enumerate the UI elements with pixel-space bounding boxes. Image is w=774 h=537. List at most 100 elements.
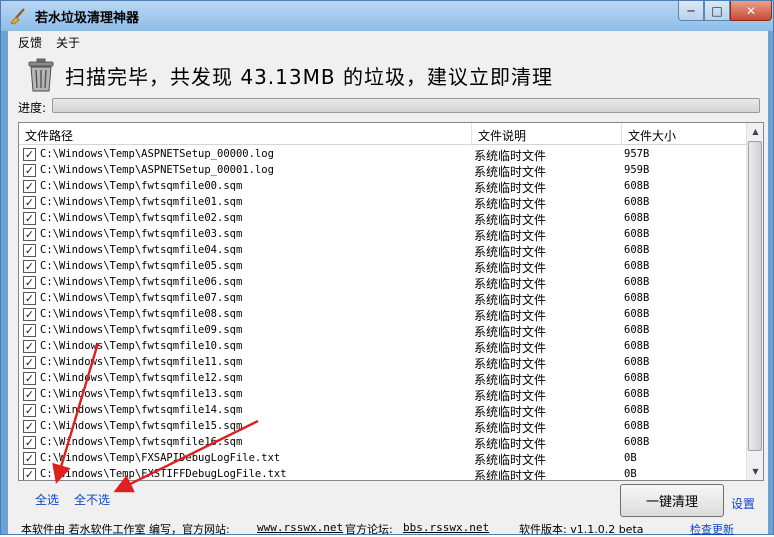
minimize-button[interactable]: ─ [678,1,704,21]
checkbox-icon[interactable]: ✓ [23,372,36,385]
menu-about[interactable]: 关于 [56,34,80,51]
official-site-link[interactable]: www.rsswx.net [257,521,343,534]
checkbox-icon[interactable]: ✓ [23,196,36,209]
file-path: C:\Windows\Temp\FXSAPIDebugLogFile.txt [40,452,281,464]
status-bar: 本软件由 若水软件工作室 编写，官方网站: www.rsswx.net 官方论坛… [8,520,768,536]
checkbox-icon[interactable]: ✓ [23,388,36,401]
list-item[interactable]: ✓ C:\Windows\Temp\fwtsqmfile05.sqm 系统临时文件 6… [19,258,747,275]
checkbox-icon[interactable]: ✓ [23,436,36,449]
list-item[interactable]: ✓ C:\Windows\Temp\FXSTIFFDebugLogFile.txt… [19,466,747,481]
file-path: C:\Windows\Temp\fwtsqmfile16.sqm [40,436,243,448]
checkbox-icon[interactable]: ✓ [23,404,36,417]
file-size: 608B [624,228,650,240]
menu-feedback[interactable]: 反馈 [18,34,42,51]
scroll-down-arrow-icon[interactable]: ▼ [747,463,763,480]
file-path: C:\Windows\Temp\FXSTIFFDebugLogFile.txt [40,468,287,480]
list-item[interactable]: ✓ C:\Windows\Temp\fwtsqmfile06.sqm 系统临时文件 6… [19,274,747,291]
file-path: C:\Windows\Temp\fwtsqmfile02.sqm [40,212,243,224]
file-size: 608B [624,388,650,400]
list-item[interactable]: ✓ C:\Windows\Temp\fwtsqmfile14.sqm 系统临时文件 6… [19,402,747,419]
checkbox-icon[interactable]: ✓ [23,308,36,321]
checkbox-icon[interactable]: ✓ [23,228,36,241]
file-size: 608B [624,276,650,288]
file-size: 0B [624,452,637,464]
file-path: C:\Windows\Temp\ASPNETSetup_00000.log [40,148,274,160]
file-path: C:\Windows\Temp\ASPNETSetup_00001.log [40,164,274,176]
file-size: 608B [624,324,650,336]
forum-link[interactable]: bbs.rsswx.net [403,521,489,534]
list-item[interactable]: ✓ C:\Windows\Temp\fwtsqmfile01.sqm 系统临时文件 6… [19,194,747,211]
trash-can-icon [28,58,54,92]
checkbox-icon[interactable]: ✓ [23,164,36,177]
settings-link[interactable]: 设置 [731,495,755,512]
file-path: C:\Windows\Temp\fwtsqmfile01.sqm [40,196,243,208]
client-area: 反馈 关于 扫描完毕，共发现 43.13MB 的垃圾，建议立即清理 进度: 文件… [8,31,768,536]
file-size: 608B [624,308,650,320]
file-path: C:\Windows\Temp\fwtsqmfile07.sqm [40,292,243,304]
file-description: 系统临时文件 [474,469,547,481]
checkbox-icon[interactable]: ✓ [23,276,36,289]
list-item[interactable]: ✓ C:\Windows\Temp\fwtsqmfile13.sqm 系统临时文件 6… [19,386,747,403]
list-item[interactable]: ✓ C:\Windows\Temp\fwtsqmfile04.sqm 系统临时文件 6… [19,242,747,259]
list-item[interactable]: ✓ C:\Windows\Temp\fwtsqmfile09.sqm 系统临时文件 6… [19,322,747,339]
file-size: 959B [624,164,650,176]
checkbox-icon[interactable]: ✓ [23,452,36,465]
one-click-clean-button[interactable]: 一键清理 [620,484,724,517]
scan-result-headline: 扫描完毕，共发现 43.13MB 的垃圾，建议立即清理 [65,65,553,89]
list-item[interactable]: ✓ C:\Windows\Temp\ASPNETSetup_00001.log 系统… [19,162,747,179]
title-bar[interactable]: 若水垃圾清理神器 ─ □ ✕ [1,1,773,31]
list-item[interactable]: ✓ C:\Windows\Temp\fwtsqmfile08.sqm 系统临时文件 6… [19,306,747,323]
list-item[interactable]: ✓ C:\Windows\Temp\ASPNETSetup_00000.log 系统… [19,146,747,163]
list-item[interactable]: ✓ C:\Windows\Temp\fwtsqmfile03.sqm 系统临时文件 6… [19,226,747,243]
close-button[interactable]: ✕ [730,1,772,21]
file-size: 608B [624,372,650,384]
vertical-scrollbar[interactable]: ▲ ▼ [746,123,763,480]
list-item[interactable]: ✓ C:\Windows\Temp\fwtsqmfile12.sqm 系统临时文件 6… [19,370,747,387]
list-item[interactable]: ✓ C:\Windows\Temp\fwtsqmfile11.sqm 系统临时文件 6… [19,354,747,371]
file-path: C:\Windows\Temp\fwtsqmfile09.sqm [40,324,243,336]
list-item[interactable]: ✓ C:\Windows\Temp\fwtsqmfile10.sqm 系统临时文件 6… [19,338,747,355]
list-header: 文件路径 文件说明 文件大小 [19,123,747,145]
select-all-link[interactable]: 全选 [35,491,59,508]
list-item[interactable]: ✓ C:\Windows\Temp\fwtsqmfile15.sqm 系统临时文件 6… [19,418,747,435]
file-size: 608B [624,260,650,272]
column-header-path[interactable]: 文件路径 [19,123,472,145]
checkbox-icon[interactable]: ✓ [23,468,36,480]
checkbox-icon[interactable]: ✓ [23,180,36,193]
column-header-size[interactable]: 文件大小 [622,123,747,145]
file-size: 608B [624,340,650,352]
file-path: C:\Windows\Temp\fwtsqmfile03.sqm [40,228,243,240]
file-path: C:\Windows\Temp\fwtsqmfile06.sqm [40,276,243,288]
checkbox-icon[interactable]: ✓ [23,420,36,433]
checkbox-icon[interactable]: ✓ [23,324,36,337]
file-list[interactable]: 文件路径 文件说明 文件大小 ✓ C:\Windows\Temp\ASPNETSe… [18,122,764,481]
checkbox-icon[interactable]: ✓ [23,212,36,225]
checkbox-icon[interactable]: ✓ [23,356,36,369]
checkbox-icon[interactable]: ✓ [23,148,36,161]
maximize-button[interactable]: □ [704,1,730,21]
app-window: 若水垃圾清理神器 ─ □ ✕ 反馈 关于 扫描完毕，共发现 43.13MB 的垃… [0,0,774,536]
file-size: 608B [624,212,650,224]
checkbox-icon[interactable]: ✓ [23,292,36,305]
file-size: 608B [624,180,650,192]
file-size: 608B [624,196,650,208]
select-none-link[interactable]: 全不选 [74,491,110,508]
list-item[interactable]: ✓ C:\Windows\Temp\fwtsqmfile16.sqm 系统临时文件 6… [19,434,747,451]
checkbox-icon[interactable]: ✓ [23,244,36,257]
checkbox-icon[interactable]: ✓ [23,340,36,353]
list-item[interactable]: ✓ C:\Windows\Temp\FXSAPIDebugLogFile.txt 系… [19,450,747,467]
column-header-description[interactable]: 文件说明 [472,123,622,145]
progress-bar [52,98,760,113]
scroll-up-arrow-icon[interactable]: ▲ [747,123,763,140]
file-size: 608B [624,404,650,416]
list-item[interactable]: ✓ C:\Windows\Temp\fwtsqmfile02.sqm 系统临时文件 6… [19,210,747,227]
list-item[interactable]: ✓ C:\Windows\Temp\fwtsqmfile07.sqm 系统临时文件 6… [19,290,747,307]
list-rows: ✓ C:\Windows\Temp\ASPNETSetup_00000.log 系统… [19,146,747,481]
progress-fill [53,99,759,112]
progress-label: 进度: [18,101,47,115]
checkbox-icon[interactable]: ✓ [23,260,36,273]
list-item[interactable]: ✓ C:\Windows\Temp\fwtsqmfile00.sqm 系统临时文件 6… [19,178,747,195]
scroll-thumb[interactable] [748,141,762,451]
menu-bar: 反馈 关于 [8,31,768,51]
file-path: C:\Windows\Temp\fwtsqmfile13.sqm [40,388,243,400]
